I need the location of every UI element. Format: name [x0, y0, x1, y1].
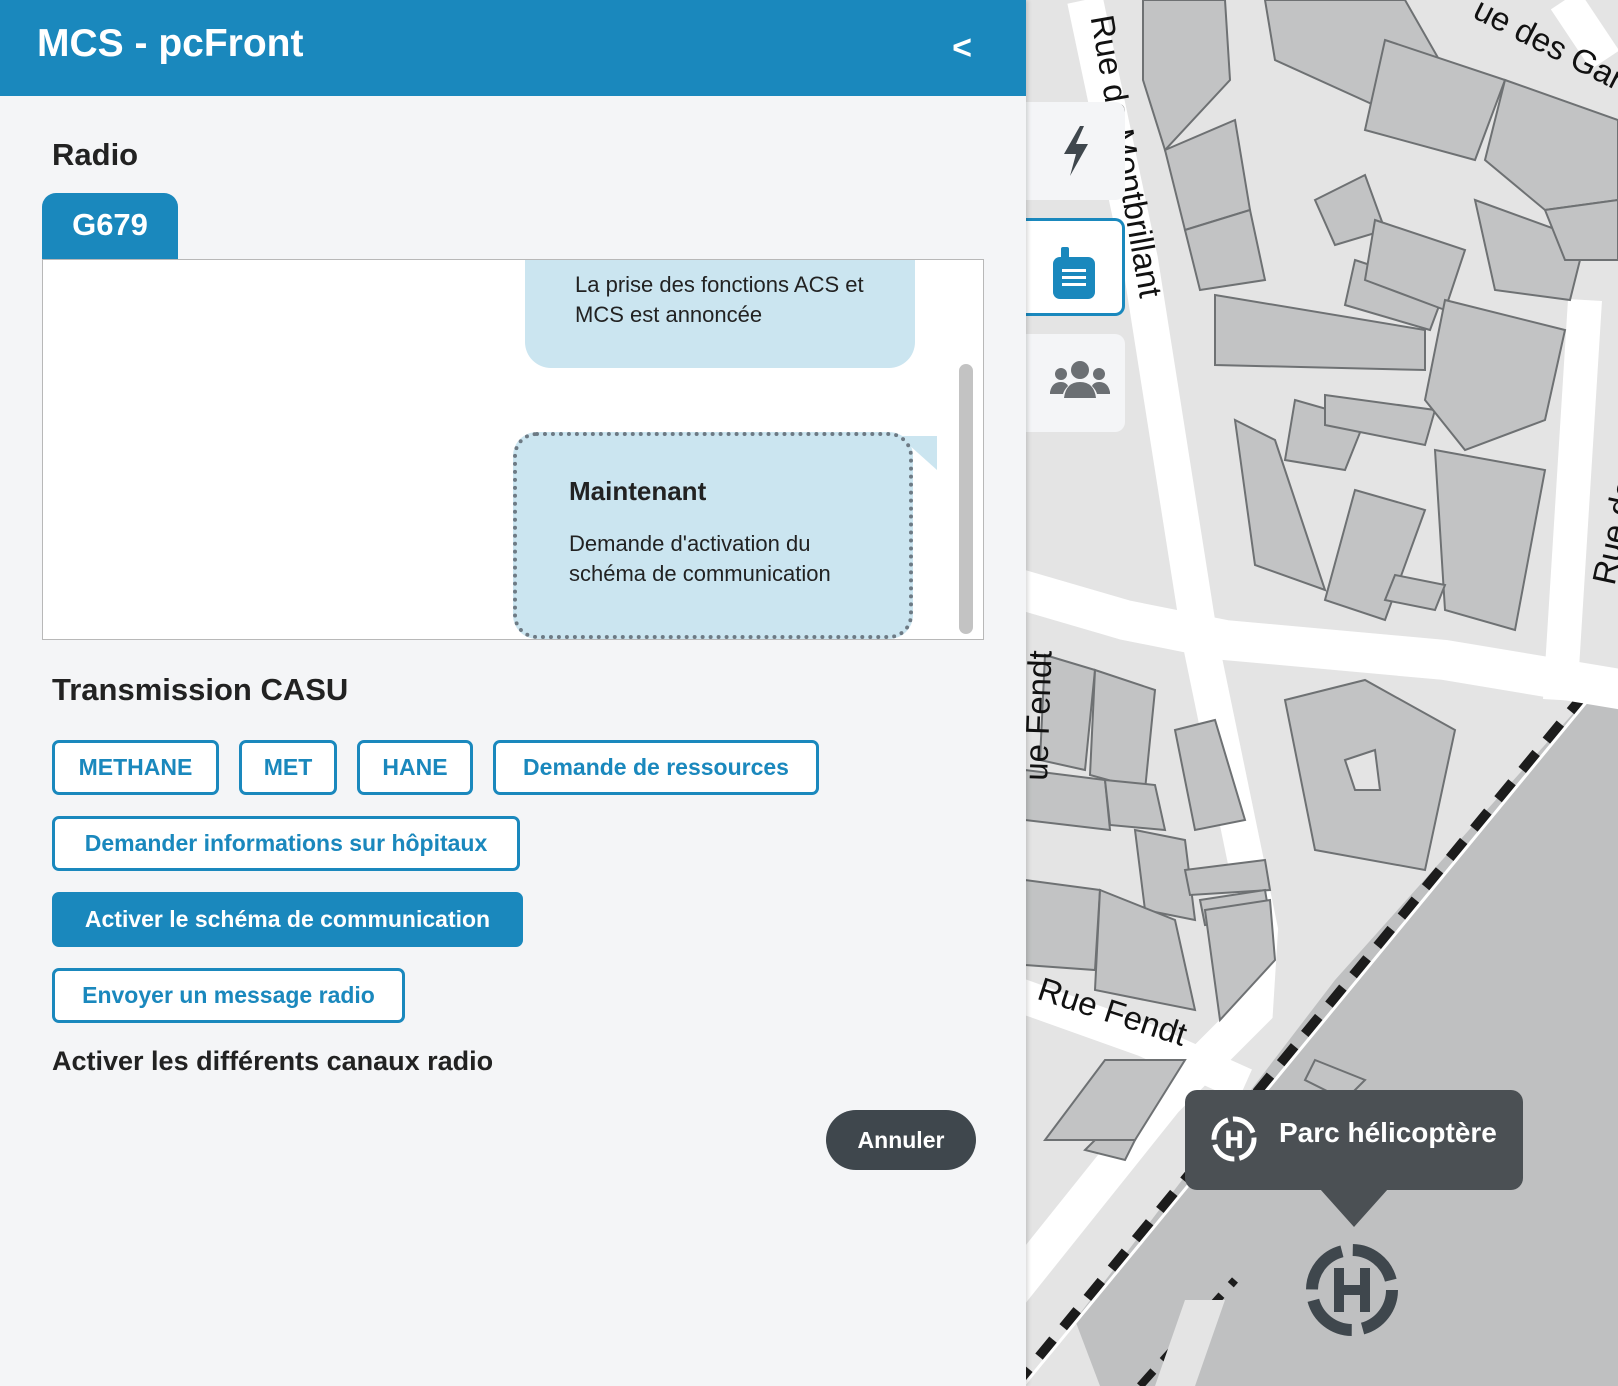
team-tool-button[interactable] — [1026, 334, 1125, 432]
chat-scrollbar[interactable] — [959, 364, 973, 634]
side-panel: MCS - pcFront < Radio G679 La prise des … — [0, 0, 1026, 1386]
popup-pointer — [1320, 1189, 1388, 1227]
app-title: MCS - pcFront — [37, 22, 304, 65]
radio-message-list[interactable]: La prise des fonctions ACS et MCS est an… — [42, 259, 984, 640]
met-button[interactable]: MET — [239, 740, 337, 795]
pending-message-bubble: Maintenant Demande d'activation du schém… — [513, 432, 913, 639]
message-text: Demande d'activation du schéma de commun… — [569, 531, 831, 586]
hane-button[interactable]: HANE — [357, 740, 473, 795]
tab-g679[interactable]: G679 — [42, 193, 178, 259]
radio-tool-button[interactable] — [1026, 218, 1125, 316]
radio-section-title: Radio — [52, 137, 139, 172]
message-bubble: La prise des fonctions ACS et MCS est an… — [525, 260, 915, 368]
helicopter-pad-marker-icon[interactable] — [1302, 1240, 1402, 1340]
panel-header: MCS - pcFront < — [0, 0, 1026, 96]
activate-communication-scheme-button[interactable]: Activer le schéma de communication — [52, 892, 523, 947]
lightning-icon — [1064, 126, 1088, 176]
svg-text:H: H — [1224, 1126, 1244, 1154]
methane-button[interactable]: METHANE — [52, 740, 219, 795]
lightning-tool-button[interactable] — [1026, 102, 1125, 200]
team-icon — [1050, 361, 1110, 398]
message-text: La prise des fonctions ACS et MCS est an… — [575, 272, 864, 327]
send-radio-message-button[interactable]: Envoyer un message radio — [52, 968, 405, 1023]
helicopter-pad-icon: H — [1211, 1116, 1257, 1162]
popup-label: Parc hélicoptère — [1279, 1117, 1497, 1148]
message-time: Maintenant — [569, 476, 707, 506]
street-label-fendt-left: ue Fendt — [1025, 649, 1059, 782]
casu-section-title: Transmission CASU — [52, 672, 349, 707]
channels-instruction: Activer les différents canaux radio — [52, 1046, 494, 1076]
hospital-info-button[interactable]: Demander informations sur hôpitaux — [52, 816, 520, 871]
cancel-button[interactable]: Annuler — [826, 1110, 976, 1170]
collapse-panel-button[interactable]: < — [936, 22, 988, 74]
helicopter-park-popup[interactable]: H Parc hélicoptère — [1185, 1090, 1523, 1190]
request-resources-button[interactable]: Demande de ressources — [493, 740, 819, 795]
radio-icon — [1053, 247, 1095, 299]
